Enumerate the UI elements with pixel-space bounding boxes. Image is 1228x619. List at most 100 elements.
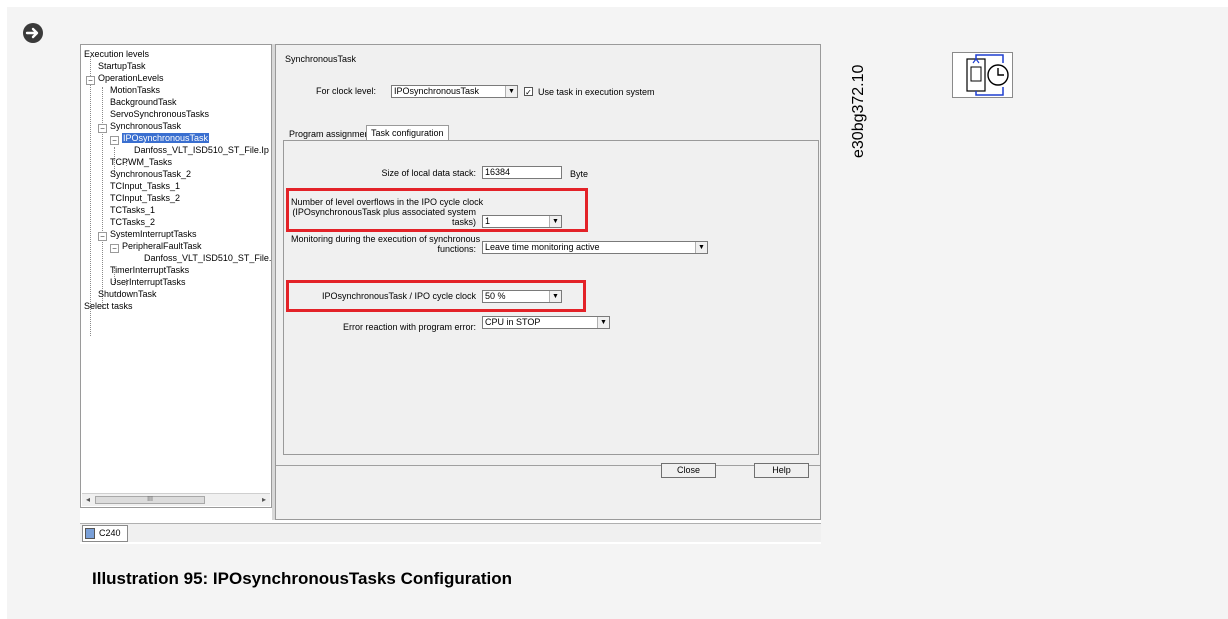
tree-item[interactable]: PeripheralFaultTask	[122, 240, 202, 252]
status-tab-c240[interactable]: C240	[82, 525, 128, 542]
tree-item-label: BackgroundTask	[110, 97, 177, 107]
monitoring-select[interactable]: Leave time monitoring active ▼	[482, 241, 708, 254]
error-reaction-select[interactable]: CPU in STOP ▼	[482, 316, 610, 329]
divider	[276, 465, 820, 466]
tree-item-selected[interactable]: IPOsynchronousTask	[122, 132, 210, 144]
overflow-label-line: Number of level overflows in the IPO cyc…	[291, 197, 484, 207]
tree-item[interactable]: Danfoss_VLT_ISD510_ST_File.Ip	[134, 144, 269, 156]
clock-level-label: For clock level:	[316, 86, 377, 96]
monitoring-value: Leave time monitoring active	[485, 242, 600, 252]
chevron-down-icon[interactable]: ▼	[549, 216, 561, 227]
horizontal-scrollbar[interactable]: ◂ III ▸	[82, 493, 270, 506]
tree-item-label: TCInput_Tasks_1	[110, 181, 181, 191]
tree-item-label: UserInterruptTasks	[110, 277, 186, 287]
tree-item[interactable]: Danfoss_VLT_ISD510_ST_File.Ip	[144, 252, 272, 264]
tree-item-label: TCInput_Tasks_2	[110, 193, 181, 203]
tree-item-label: TCTasks_1	[110, 205, 156, 215]
stack-size-input[interactable]: 16384	[482, 166, 562, 179]
figure-caption: Illustration 95: IPOsynchronousTasks Con…	[92, 569, 513, 588]
tree-item[interactable]: Execution levels	[84, 48, 149, 60]
tree-item-label: Danfoss_VLT_ISD510_ST_File.Ip	[144, 253, 272, 263]
figure-code-text: e30bg372.10	[850, 64, 867, 158]
tree-item-label: TCTasks_2	[110, 217, 156, 227]
error-reaction-label: Error reaction with program error:	[342, 322, 476, 332]
tree-item-label: SystemInterruptTasks	[110, 229, 197, 239]
tree-item[interactable]: TCInput_Tasks_2	[110, 192, 180, 204]
collapse-icon[interactable]: −	[86, 76, 95, 85]
monitoring-label: Monitoring during the execution of synch…	[291, 234, 481, 254]
tree-item[interactable]: OperationLevels	[98, 72, 164, 84]
tab-program-assignment[interactable]: Program assignment	[285, 127, 376, 141]
collapse-icon[interactable]: −	[110, 244, 119, 253]
tree-connector	[102, 87, 103, 309]
screenshot-window: Execution levels StartupTask − Operation…	[80, 44, 1013, 544]
chevron-down-icon[interactable]: ▼	[549, 291, 561, 302]
tree-item[interactable]: SynchronousTask_2	[110, 168, 191, 180]
stack-size-unit: Byte	[570, 169, 589, 179]
tree-item[interactable]: StartupTask	[98, 60, 146, 72]
tree-item[interactable]: SynchronousTask	[110, 120, 181, 132]
help-button[interactable]: Help	[754, 463, 809, 478]
tree-item-label: IPOsynchronousTask	[122, 133, 210, 143]
overflow-label-line: tasks)	[451, 217, 476, 227]
scroll-thumb-grip: III	[147, 496, 153, 503]
ratio-select[interactable]: 50 % ▼	[482, 290, 562, 303]
ratio-value: 50 %	[485, 291, 506, 301]
status-tab-label: C240	[99, 528, 121, 538]
tree-item-label: OperationLevels	[98, 73, 164, 83]
execution-tree[interactable]: Execution levels StartupTask − Operation…	[80, 44, 272, 508]
tree-item[interactable]: MotionTasks	[110, 84, 160, 96]
tree-item[interactable]: TimerInterruptTasks	[110, 264, 189, 276]
use-task-checkbox[interactable]: ✓	[524, 87, 533, 97]
tree-item[interactable]: TCPWM_Tasks	[110, 156, 172, 168]
chevron-down-icon[interactable]: ▼	[505, 86, 517, 97]
clock-level-value: IPOsynchronousTask	[394, 86, 480, 96]
task-clock-icon	[952, 52, 1013, 98]
figure-code: e30bg372.10	[850, 44, 870, 184]
clock-level-select[interactable]: IPOsynchronousTask ▼	[391, 85, 518, 98]
tree-item-label: MotionTasks	[110, 85, 161, 95]
collapse-icon[interactable]: −	[98, 232, 107, 241]
collapse-icon[interactable]: −	[110, 136, 119, 145]
tree-item[interactable]: Select tasks	[84, 300, 133, 312]
tree-item[interactable]: UserInterruptTasks	[110, 276, 186, 288]
use-task-label: Use task in execution system	[538, 87, 655, 97]
monitoring-label-line: Monitoring during the execution of synch…	[291, 234, 481, 244]
tree-item-label: SynchronousTask_2	[110, 169, 192, 179]
scroll-right-icon[interactable]: ▸	[258, 494, 270, 506]
ratio-label: IPOsynchronousTask / IPO cycle clock	[321, 291, 476, 301]
overflow-label: Number of level overflows in the IPO cyc…	[291, 197, 484, 227]
close-button[interactable]: Close	[661, 463, 716, 478]
tree-item-label: Select tasks	[84, 301, 133, 311]
scroll-thumb[interactable]: III	[95, 496, 205, 504]
tree-item-label: ServoSynchronousTasks	[110, 109, 210, 119]
tree-item-label: Danfoss_VLT_ISD510_ST_File.Ip	[134, 145, 269, 155]
overflow-label-line: (IPOsynchronousTask plus associated syst…	[292, 207, 476, 217]
tree-item-label: StartupTask	[98, 61, 146, 71]
tree-item[interactable]: TCInput_Tasks_1	[110, 180, 180, 192]
device-icon	[85, 528, 95, 540]
task-panel: SynchronousTask For clock level: IPOsync…	[275, 44, 1013, 520]
chevron-down-icon[interactable]: ▼	[597, 317, 609, 328]
overflow-select[interactable]: 1 ▼	[482, 215, 562, 228]
panel-title: SynchronousTask	[285, 54, 357, 64]
tree-item-label: TCPWM_Tasks	[110, 157, 173, 167]
tree-item[interactable]: SystemInterruptTasks	[110, 228, 197, 240]
collapse-icon[interactable]: −	[98, 124, 107, 133]
tree-item[interactable]: ShutdownTask	[98, 288, 157, 300]
tree-item[interactable]: ServoSynchronousTasks	[110, 108, 209, 120]
tree-item[interactable]: BackgroundTask	[110, 96, 177, 108]
arrow-right-circle-icon	[23, 23, 43, 43]
tree-item-label: Execution levels	[84, 49, 150, 59]
scroll-left-icon[interactable]: ◂	[82, 494, 94, 506]
tree-item[interactable]: TCTasks_1	[110, 204, 155, 216]
error-reaction-value: CPU in STOP	[485, 317, 541, 327]
tree-item-label: ShutdownTask	[98, 289, 157, 299]
tree-item[interactable]: TCTasks_2	[110, 216, 155, 228]
tree-item-label: SynchronousTask	[110, 121, 182, 131]
chevron-down-icon[interactable]: ▼	[695, 242, 707, 253]
tree-connector	[90, 57, 91, 336]
tree-item-label: PeripheralFaultTask	[122, 241, 202, 251]
stack-size-label: Size of local data stack:	[381, 168, 476, 178]
tree-item-label: TimerInterruptTasks	[110, 265, 190, 275]
